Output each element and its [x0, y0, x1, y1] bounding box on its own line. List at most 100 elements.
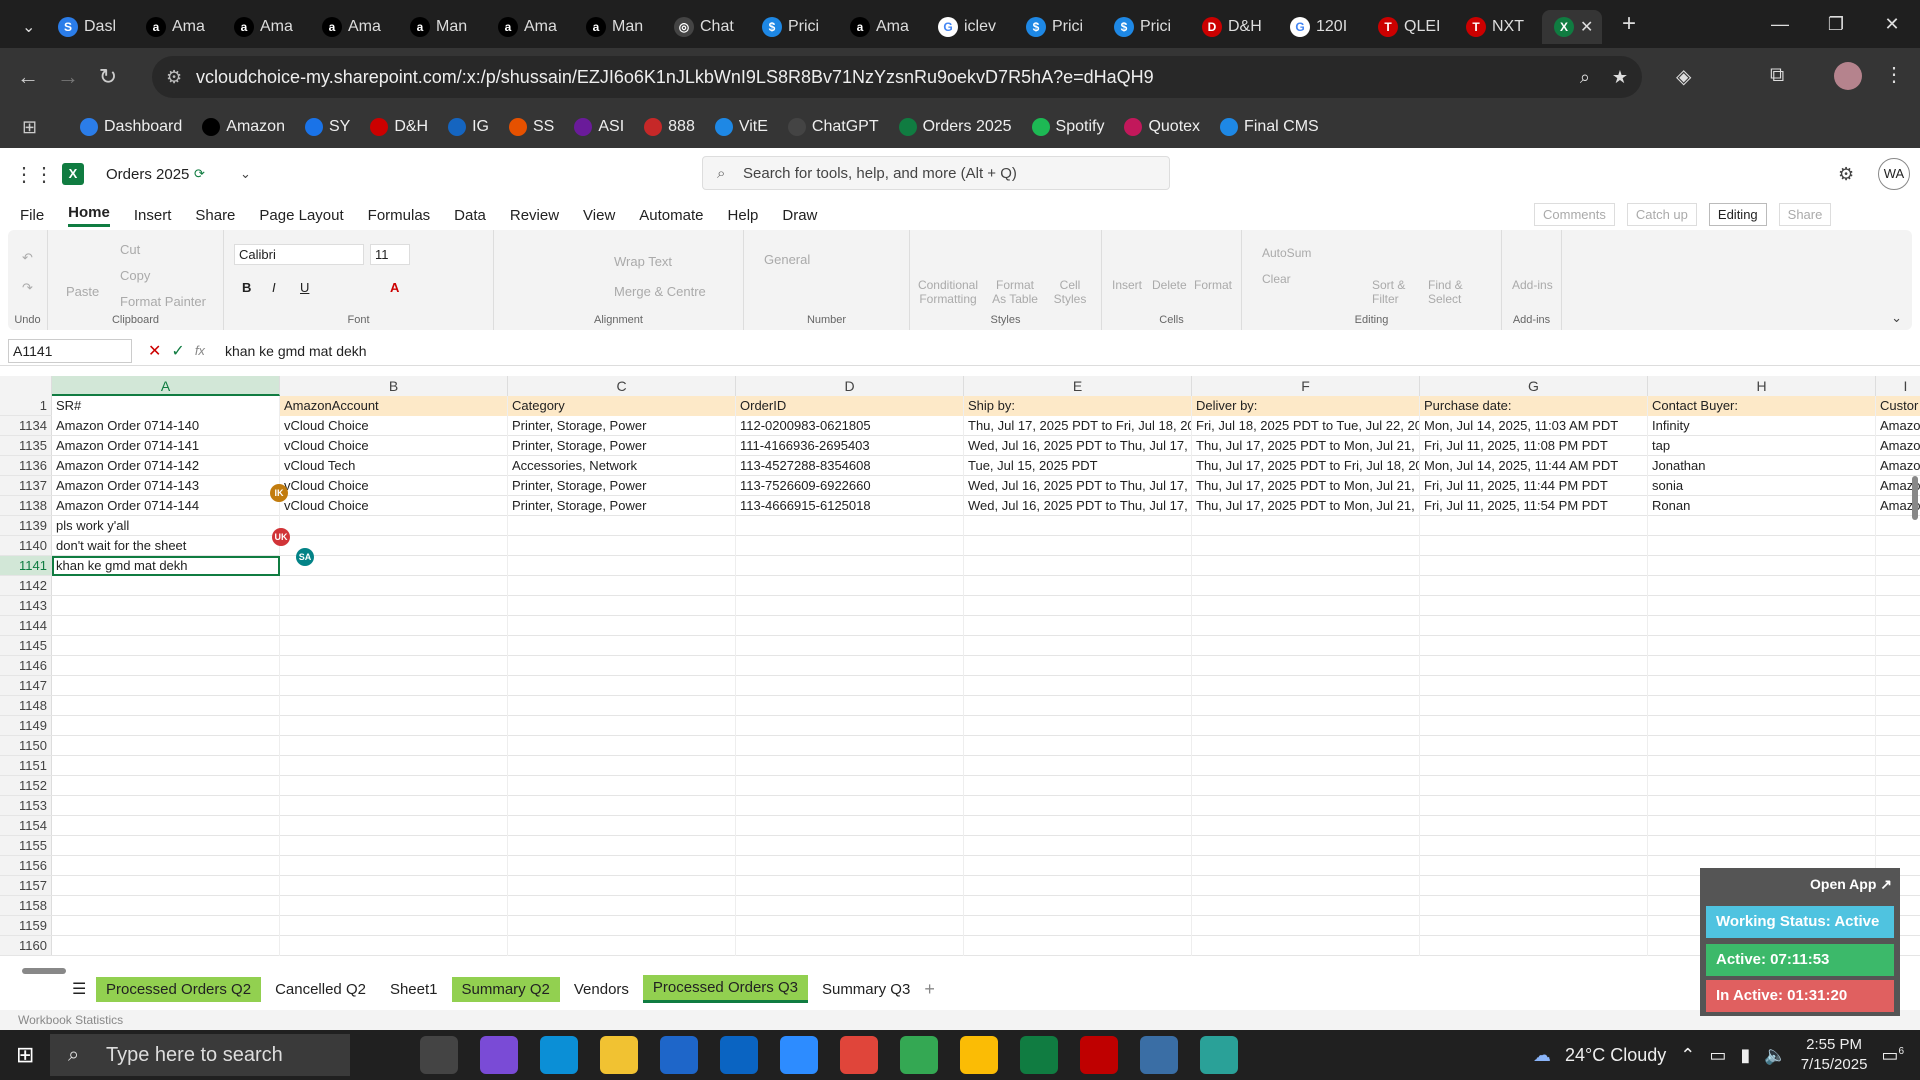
- bold-button[interactable]: B: [242, 280, 251, 295]
- sheet-tab[interactable]: Vendors: [564, 977, 639, 1002]
- grid-cell[interactable]: [280, 756, 508, 776]
- grid-cell[interactable]: [1876, 756, 1920, 776]
- grid-cell[interactable]: [280, 916, 508, 936]
- grid-cell[interactable]: [52, 616, 280, 636]
- grid-cell[interactable]: [1420, 856, 1648, 876]
- row-number[interactable]: 1137: [0, 476, 52, 495]
- maximize-icon[interactable]: ❐: [1808, 0, 1864, 48]
- collaborator-avatar[interactable]: UK: [272, 528, 290, 546]
- grid-cell[interactable]: [1876, 696, 1920, 716]
- formula-input[interactable]: khan ke gmd mat dekh: [225, 343, 367, 359]
- grid-cell[interactable]: Printer, Storage, Power: [508, 476, 736, 496]
- grid-cell[interactable]: [736, 516, 964, 536]
- grid-cell[interactable]: Thu, Jul 17, 2025 PDT to Fri, Jul 18, 20: [964, 416, 1192, 436]
- ribbon-tab-file[interactable]: File: [20, 207, 44, 224]
- grid-cell[interactable]: [1420, 936, 1648, 956]
- grid-cell[interactable]: [736, 836, 964, 856]
- column-header[interactable]: B: [280, 376, 508, 396]
- grid-cell[interactable]: [736, 876, 964, 896]
- column-header[interactable]: G: [1420, 376, 1648, 396]
- grid-cell[interactable]: [1648, 736, 1876, 756]
- grid-cell[interactable]: Jonathan: [1648, 456, 1876, 476]
- grid-cell[interactable]: [1648, 696, 1876, 716]
- format-as-table-button[interactable]: Format As Table: [990, 278, 1040, 306]
- grid-cell[interactable]: [52, 776, 280, 796]
- grid-cell[interactable]: [1192, 636, 1420, 656]
- grid-cell[interactable]: [964, 656, 1192, 676]
- all-sheets-icon[interactable]: ☰: [72, 979, 86, 999]
- grid-cell[interactable]: Fri, Jul 18, 2025 PDT to Tue, Jul 22, 20: [1192, 416, 1420, 436]
- grid-cell[interactable]: [52, 836, 280, 856]
- grid-cell[interactable]: Amazon Order 0714-140: [52, 416, 280, 436]
- underline-button[interactable]: U: [300, 280, 309, 295]
- bookmark-item[interactable]: 888: [644, 118, 695, 136]
- browser-tab[interactable]: S Dasl: [46, 10, 134, 44]
- row-number[interactable]: 1149: [0, 716, 52, 735]
- grid-cell[interactable]: [52, 936, 280, 956]
- bookmark-item[interactable]: SY: [304, 118, 350, 136]
- font-name-select[interactable]: Calibri: [234, 244, 364, 265]
- grid-cell[interactable]: Mon, Jul 14, 2025, 11:44 AM PDT: [1420, 456, 1648, 476]
- grid-cell[interactable]: [1192, 736, 1420, 756]
- grid-cell[interactable]: Custor: [1876, 396, 1920, 416]
- grid-cell[interactable]: [736, 656, 964, 676]
- grid-cell[interactable]: [1420, 756, 1648, 776]
- grid-cell[interactable]: vCloud Choice: [280, 436, 508, 456]
- file-explorer-icon[interactable]: [600, 1036, 638, 1074]
- calculator-icon[interactable]: [1140, 1036, 1178, 1074]
- grid-cell[interactable]: [1192, 776, 1420, 796]
- row-number[interactable]: 1152: [0, 776, 52, 795]
- grid-cell[interactable]: [52, 736, 280, 756]
- grid-cell[interactable]: Infinity: [1648, 416, 1876, 436]
- notifications-icon[interactable]: ▭6: [1881, 1045, 1904, 1066]
- close-window-icon[interactable]: ✕: [1864, 0, 1920, 48]
- grid-cell[interactable]: [736, 716, 964, 736]
- tab-close-icon[interactable]: ✕: [1580, 17, 1593, 37]
- grid-cell[interactable]: Category: [508, 396, 736, 416]
- grid-cell[interactable]: Amazon Order 0714-143: [52, 476, 280, 496]
- cut-button[interactable]: Cut: [120, 242, 140, 257]
- row-number[interactable]: 1155: [0, 836, 52, 855]
- row-number[interactable]: 1: [0, 396, 52, 415]
- find-select-button[interactable]: Find & Select: [1428, 278, 1468, 306]
- row-number[interactable]: 1142: [0, 576, 52, 595]
- grid-cell[interactable]: [280, 516, 508, 536]
- grid-cell[interactable]: [52, 876, 280, 896]
- paste-button[interactable]: Paste: [66, 284, 99, 299]
- grid-cell[interactable]: Ronan: [1648, 496, 1876, 516]
- grid-cell[interactable]: [52, 756, 280, 776]
- grid-cell[interactable]: [964, 876, 1192, 896]
- grid-cell[interactable]: [1420, 796, 1648, 816]
- tab-search-button[interactable]: ⌄: [10, 10, 46, 44]
- grid-cell[interactable]: Amazo: [1876, 456, 1920, 476]
- grid-cell[interactable]: [1648, 616, 1876, 636]
- site-info-icon[interactable]: ⚙: [166, 67, 182, 88]
- grid-cell[interactable]: Thu, Jul 17, 2025 PDT to Mon, Jul 21, :: [1192, 496, 1420, 516]
- grid-cell[interactable]: [280, 656, 508, 676]
- grid-cell[interactable]: [736, 676, 964, 696]
- grid-cell[interactable]: [52, 856, 280, 876]
- row-number[interactable]: 1150: [0, 736, 52, 755]
- sheet-tab[interactable]: Summary Q2: [451, 976, 560, 1002]
- grid-cell[interactable]: [52, 636, 280, 656]
- grid-cell[interactable]: [964, 576, 1192, 596]
- browser-tab[interactable]: a Ama: [222, 10, 310, 44]
- volume-icon[interactable]: 🔈: [1764, 1045, 1786, 1066]
- back-icon[interactable]: ←: [8, 64, 48, 90]
- grid-cell[interactable]: [1420, 616, 1648, 636]
- grid-cell[interactable]: [1192, 616, 1420, 636]
- bookmark-item[interactable]: Final CMS: [1220, 118, 1319, 136]
- grid-cell[interactable]: Ship by:: [964, 396, 1192, 416]
- grid-cell[interactable]: [1420, 916, 1648, 936]
- minimize-icon[interactable]: —: [1752, 0, 1808, 48]
- column-header[interactable]: D: [736, 376, 964, 396]
- grid-cell[interactable]: [508, 716, 736, 736]
- grid-cell[interactable]: Fri, Jul 11, 2025, 11:44 PM PDT: [1420, 476, 1648, 496]
- grid-cell[interactable]: [1420, 816, 1648, 836]
- file-menu-chevron-icon[interactable]: ⌄: [240, 166, 251, 182]
- app-launcher-icon[interactable]: ⋮⋮: [14, 162, 54, 187]
- autosum-button[interactable]: AutoSum: [1262, 246, 1311, 260]
- browser-tab[interactable]: T QLEI: [1366, 10, 1454, 44]
- grid-cell[interactable]: Tue, Jul 15, 2025 PDT: [964, 456, 1192, 476]
- grid-cell[interactable]: [736, 536, 964, 556]
